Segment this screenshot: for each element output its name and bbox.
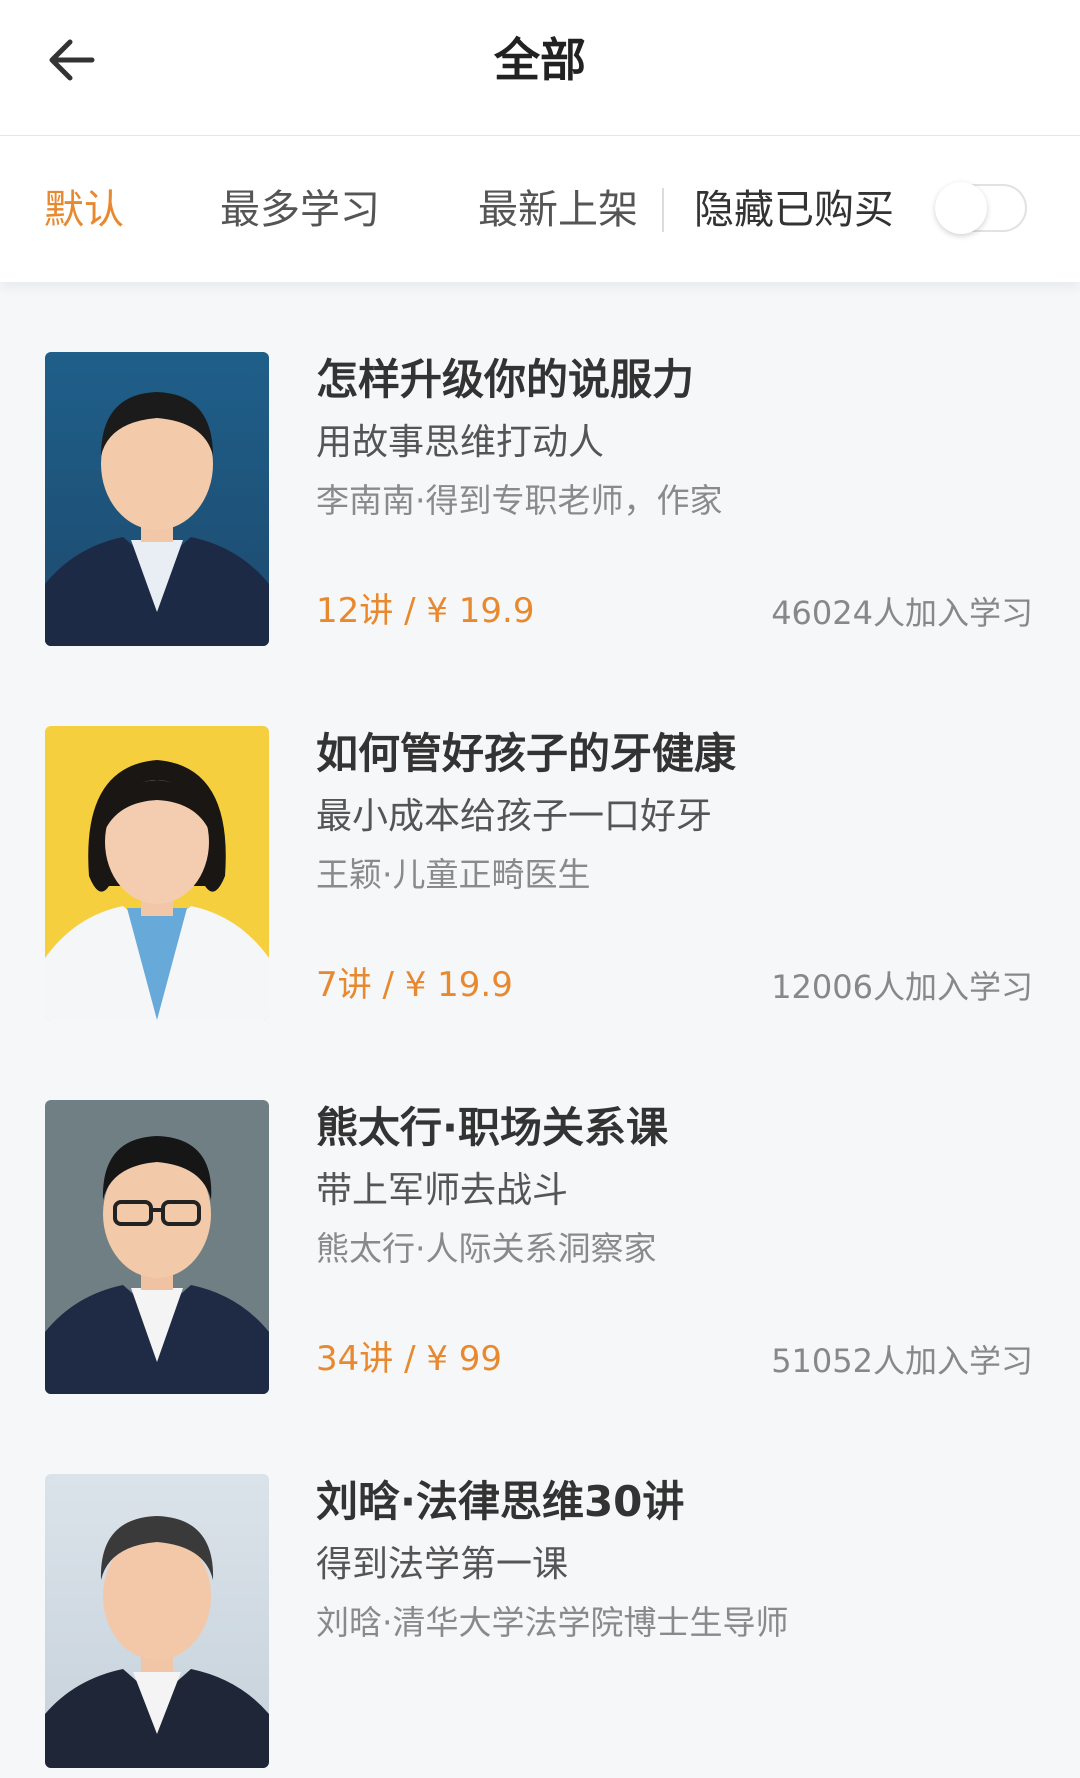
course-subtitle: 最小成本给孩子一口好牙 (316, 796, 713, 837)
course-author: 王颖·儿童正畸医生 (316, 855, 591, 894)
course-item[interactable]: 如何管好孩子的牙健康 最小成本给孩子一口好牙 王颖·儿童正畸医生 7讲 / ¥ … (0, 656, 1080, 1030)
course-cover-image (45, 726, 269, 1020)
course-item[interactable]: 怎样升级你的说服力 用故事思维打动人 李南南·得到专职老师，作家 12讲 / ¥… (0, 282, 1080, 656)
filter-divider (662, 188, 664, 232)
course-subtitle: 用故事思维打动人 (316, 422, 605, 463)
course-author: 刘晗·清华大学法学院博士生导师 (316, 1603, 789, 1642)
course-author: 熊太行·人际关系洞察家 (316, 1229, 657, 1268)
toggle-knob (935, 182, 987, 234)
course-item[interactable]: 刘晗·法律思维30讲 得到法学第一课 刘晗·清华大学法学院博士生导师 (0, 1404, 1080, 1778)
course-title: 刘晗·法律思维30讲 (316, 1477, 685, 1526)
course-cover-image (45, 1474, 269, 1768)
course-price: 12讲 / ¥ 19.9 (316, 591, 535, 631)
top-bar: 全部 (0, 0, 1080, 136)
hide-purchased-label: 隐藏已购买 (694, 187, 894, 233)
filter-bar: 默认 最多学习 最新上架 隐藏已购买 (0, 136, 1080, 282)
course-title: 怎样升级你的说服力 (316, 355, 695, 404)
tab-most-studied[interactable]: 最多学习 (220, 184, 380, 236)
course-learners: 51052人加入学习 (771, 1342, 1033, 1380)
course-price: 7讲 / ¥ 19.9 (316, 965, 513, 1005)
tab-newest[interactable]: 最新上架 (478, 184, 638, 236)
course-title: 如何管好孩子的牙健康 (316, 729, 737, 778)
course-author: 李南南·得到专职老师，作家 (316, 481, 723, 520)
hide-purchased-toggle[interactable] (935, 182, 1027, 234)
course-item[interactable]: 熊太行·职场关系课 带上军师去战斗 熊太行·人际关系洞察家 34讲 / ¥ 99… (0, 1030, 1080, 1404)
course-subtitle: 得到法学第一课 (316, 1544, 569, 1585)
page-title: 全部 (494, 33, 586, 87)
course-cover-image (45, 352, 269, 646)
course-cover-image (45, 1100, 269, 1394)
course-subtitle: 带上军师去战斗 (316, 1170, 569, 1211)
tab-default[interactable]: 默认 (44, 184, 124, 236)
course-learners: 46024人加入学习 (771, 594, 1033, 632)
course-title: 熊太行·职场关系课 (316, 1103, 668, 1152)
course-price: 34讲 / ¥ 99 (316, 1339, 503, 1379)
course-learners: 12006人加入学习 (771, 968, 1033, 1006)
